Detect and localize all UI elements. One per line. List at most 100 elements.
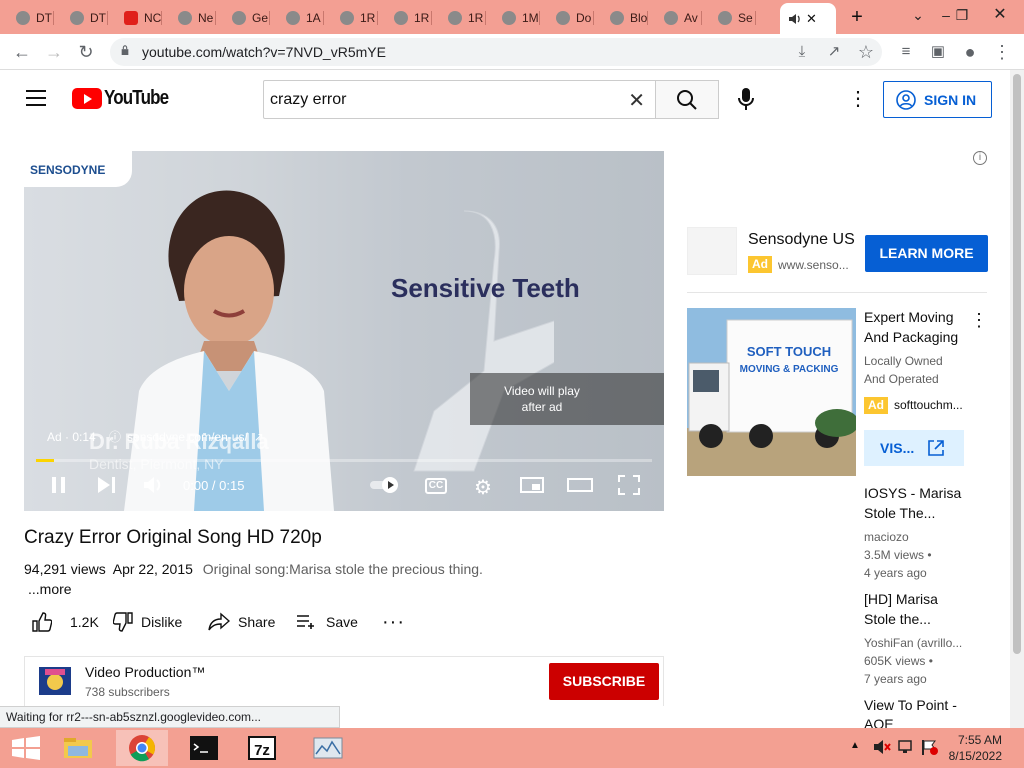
browser-tab[interactable]: 1M bbox=[486, 5, 540, 31]
subtitles-button[interactable]: CC bbox=[425, 478, 447, 494]
forward-icon[interactable]: → bbox=[42, 40, 66, 64]
browser-menu-icon[interactable]: ⋮ bbox=[990, 40, 1014, 64]
show-more-link[interactable]: ...more bbox=[28, 581, 72, 597]
show-hidden-icons[interactable]: ▲ bbox=[850, 740, 860, 751]
browser-tab[interactable]: Ge bbox=[216, 5, 270, 31]
visit-site-button[interactable]: VIS... bbox=[864, 430, 964, 466]
external-link-icon[interactable]: ↗ bbox=[254, 430, 264, 444]
subscribe-button[interactable]: SUBSCRIBE bbox=[549, 663, 659, 700]
moving-truck-thumbnail[interactable]: SOFT TOUCH MOVING & PACKING bbox=[687, 308, 856, 476]
hamburger-menu-icon[interactable] bbox=[26, 90, 46, 106]
sidebar-video-title[interactable]: AOE bbox=[864, 714, 974, 728]
browser-tab[interactable]: Se bbox=[702, 5, 756, 31]
browser-tab[interactable]: DT bbox=[54, 5, 108, 31]
browser-tab-active[interactable]: ✕ bbox=[780, 3, 836, 34]
chrome-taskbar-button[interactable] bbox=[116, 730, 168, 766]
sidebar-video-title[interactable]: Stole the... bbox=[864, 609, 974, 629]
sign-in-button[interactable]: SIGN IN bbox=[883, 81, 992, 118]
sidebar-video-title[interactable]: [HD] Marisa bbox=[864, 589, 974, 609]
sidebar-video-title[interactable]: View To Point - bbox=[864, 695, 974, 715]
browser-tab[interactable]: Do bbox=[540, 5, 594, 31]
browser-tab[interactable]: Ne bbox=[162, 5, 216, 31]
favicon-icon bbox=[664, 11, 678, 25]
profile-icon[interactable]: ● bbox=[958, 40, 982, 64]
side-panel-icon[interactable]: ▣ bbox=[926, 40, 950, 64]
browser-tab[interactable]: Blo bbox=[594, 5, 648, 31]
browser-tab[interactable]: 1R bbox=[324, 5, 378, 31]
back-icon[interactable]: ← bbox=[10, 40, 34, 64]
ad-url-link[interactable]: sensodyne.com/en-us/ bbox=[127, 430, 248, 444]
chevron-down-icon[interactable]: ⌄ bbox=[903, 2, 933, 28]
sidebar-item-title[interactable]: And Packaging bbox=[864, 327, 974, 347]
share-icon[interactable]: ↗ bbox=[822, 40, 846, 64]
learn-more-button[interactable]: LEARN MORE bbox=[865, 235, 988, 272]
progress-bar[interactable] bbox=[36, 459, 652, 462]
restore-icon[interactable]: ❐ bbox=[947, 2, 977, 28]
save-button[interactable]: Save bbox=[296, 611, 358, 633]
share-button[interactable]: Share bbox=[208, 611, 275, 633]
network-icon[interactable] bbox=[897, 738, 917, 756]
tab-close-icon[interactable]: ✕ bbox=[806, 11, 817, 27]
pause-button[interactable] bbox=[50, 475, 68, 497]
install-icon[interactable]: ⤓ bbox=[790, 40, 814, 64]
browser-tab[interactable]: Av bbox=[648, 5, 702, 31]
more-settings-icon[interactable]: ⋮ bbox=[848, 88, 868, 110]
lock-icon bbox=[121, 45, 129, 55]
channel-avatar[interactable] bbox=[39, 667, 71, 695]
clear-search-icon[interactable]: ✕ bbox=[628, 88, 645, 113]
ad-info-icon[interactable]: i bbox=[973, 151, 987, 165]
address-bar[interactable]: youtube.com/watch?v=7NVD_vR5mYE bbox=[110, 38, 882, 66]
youtube-logo[interactable]: YouTube bbox=[72, 87, 180, 109]
favicon-icon bbox=[718, 11, 732, 25]
microphone-icon[interactable] bbox=[734, 86, 758, 112]
close-window-icon[interactable]: ✕ bbox=[985, 2, 1015, 28]
windows-start-icon[interactable] bbox=[0, 730, 52, 766]
scrollbar[interactable] bbox=[1010, 70, 1024, 730]
monitor-app-icon[interactable] bbox=[302, 730, 354, 766]
browser-tab[interactable]: DT bbox=[0, 5, 54, 31]
dislike-button[interactable]: Dislike bbox=[113, 611, 182, 633]
fullscreen-button[interactable] bbox=[618, 475, 640, 497]
more-actions-icon[interactable]: ··· bbox=[382, 611, 405, 633]
next-button[interactable] bbox=[96, 475, 118, 497]
settings-gear-icon[interactable]: ⚙ bbox=[474, 475, 496, 499]
volume-button[interactable] bbox=[142, 475, 166, 497]
reload-icon[interactable]: ↻ bbox=[74, 40, 98, 64]
share-arrow-icon bbox=[208, 612, 230, 631]
favicon-icon bbox=[394, 11, 408, 25]
browser-tab[interactable]: 1R bbox=[432, 5, 486, 31]
info-circle-icon[interactable]: ⓘ bbox=[109, 428, 121, 445]
miniplayer-button[interactable] bbox=[520, 475, 544, 497]
sidebar-video-title[interactable]: IOSYS - Marisa bbox=[864, 483, 974, 503]
search-input[interactable]: crazy error ✕ bbox=[263, 80, 656, 119]
terminal-icon[interactable] bbox=[178, 730, 230, 766]
video-will-play-notice: Video will play after ad bbox=[470, 373, 664, 425]
flag-notification-icon[interactable] bbox=[920, 738, 940, 756]
sidebar-item-title[interactable]: Expert Moving bbox=[864, 307, 974, 327]
video-player[interactable]: SENSODYNE Sensitive Teeth Dr. Ruba Rizqa… bbox=[24, 151, 664, 511]
promo-thumbnail[interactable] bbox=[687, 227, 737, 275]
new-tab-button[interactable]: + bbox=[846, 5, 868, 29]
browser-tab[interactable]: 1A bbox=[270, 5, 324, 31]
autoplay-toggle[interactable] bbox=[368, 475, 402, 497]
like-button[interactable]: 1.2K bbox=[32, 611, 99, 633]
item-menu-icon[interactable]: ⋮ bbox=[970, 310, 988, 331]
promo-advertiser[interactable]: Sensodyne US bbox=[748, 231, 855, 249]
channel-name[interactable]: Video Production™ bbox=[85, 664, 205, 680]
scrollbar-thumb[interactable] bbox=[1013, 74, 1021, 654]
dislike-label: Dislike bbox=[141, 614, 183, 630]
taskbar-clock[interactable]: 7:55 AM 8/15/2022 bbox=[949, 732, 1002, 764]
sidebar-video-title[interactable]: Stole The... bbox=[864, 503, 974, 523]
sidebar-item-meta: Locally Owned bbox=[864, 354, 943, 368]
bookmark-star-icon[interactable]: ☆ bbox=[854, 40, 878, 64]
theater-mode-button[interactable] bbox=[567, 475, 593, 497]
volume-muted-icon[interactable] bbox=[872, 738, 892, 756]
favicon-icon bbox=[286, 11, 300, 25]
7zip-icon[interactable]: 7z bbox=[236, 730, 288, 766]
browser-tab[interactable]: NC bbox=[108, 5, 162, 31]
search-button[interactable] bbox=[655, 80, 719, 119]
browser-tab[interactable]: 1R bbox=[378, 5, 432, 31]
browser-toolbar: ← → ↻ youtube.com/watch?v=7NVD_vR5mYE ⤓ … bbox=[0, 34, 1024, 70]
file-explorer-icon[interactable] bbox=[52, 730, 104, 766]
media-control-icon[interactable]: ≡ bbox=[894, 40, 918, 64]
